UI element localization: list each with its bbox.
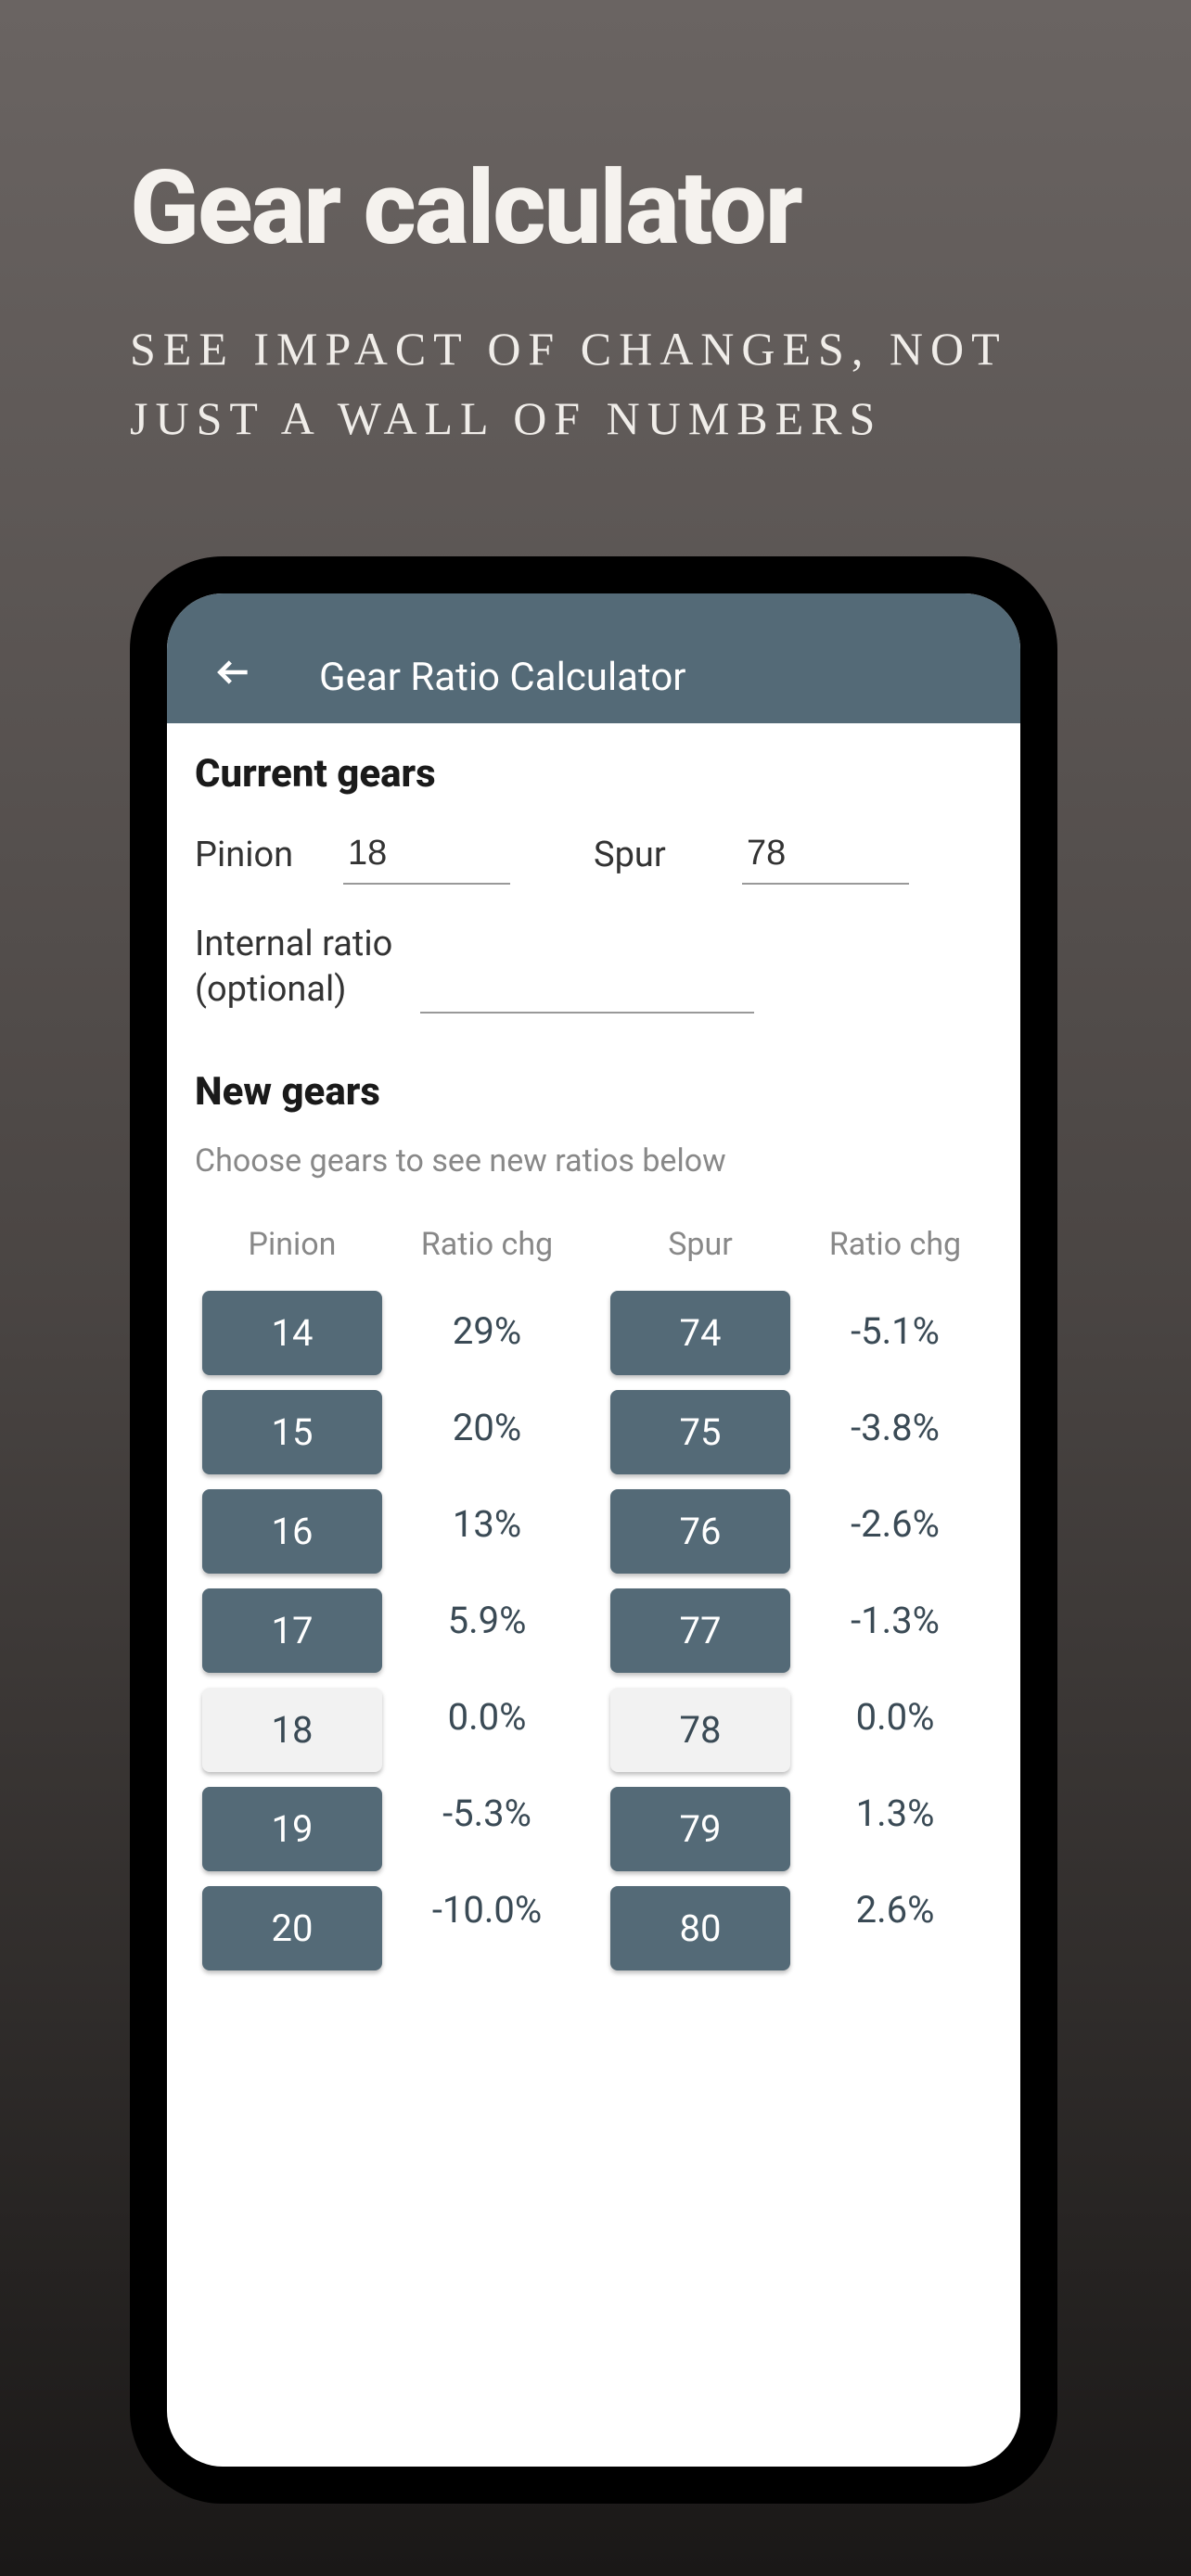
spur-column-group: Spur 74 75 76 77 78 79 80 Ratio chg -5.1% -3.8%…: [603, 1226, 992, 1985]
internal-ratio-row: Internal ratio (optional): [195, 922, 992, 1014]
pinion-gear-button[interactable]: 16: [202, 1489, 382, 1574]
new-gears-heading: New gears: [195, 1069, 992, 1115]
pinion-gear-button[interactable]: 19: [202, 1787, 382, 1871]
ratio-chg-header-2: Ratio chg: [798, 1226, 992, 1263]
app-title: Gear Ratio Calculator: [319, 655, 686, 700]
spur-ratio-value: -3.8%: [798, 1387, 992, 1469]
promo-header: Gear calculator SEE IMPACT OF CHANGES, N…: [0, 0, 1191, 528]
pinion-column-group: Pinion 14 15 16 17 18 19 20 Ratio chg 29% 20% 13…: [195, 1226, 584, 1985]
spur-ratio-value: 2.6%: [798, 1869, 992, 1951]
spur-ratio-value: -5.1%: [798, 1291, 992, 1372]
content-area: Current gears Pinion Spur Internal ratio…: [167, 723, 1020, 2004]
pinion-gear-button[interactable]: 20: [202, 1886, 382, 1970]
pinion-ratio-value: -10.0%: [390, 1869, 584, 1951]
phone-frame: Gear Ratio Calculator Current gears Pini…: [130, 556, 1057, 2504]
spur-ratio-value: 1.3%: [798, 1773, 992, 1855]
promo-subtitle: SEE IMPACT OF CHANGES, NOT JUST A WALL O…: [130, 314, 1061, 453]
spur-input[interactable]: [742, 824, 909, 885]
spur-gear-button[interactable]: 75: [610, 1390, 790, 1474]
back-arrow-icon[interactable]: [195, 633, 273, 721]
pinion-ratio-value: -5.3%: [390, 1773, 584, 1855]
spur-gear-button[interactable]: 79: [610, 1787, 790, 1871]
pinion-input[interactable]: [343, 824, 510, 885]
pinion-ratio-value: 20%: [390, 1387, 584, 1469]
pinion-gear-button[interactable]: 14: [202, 1291, 382, 1375]
new-gears-subtitle: Choose gears to see new ratios below: [195, 1142, 992, 1180]
spur-gear-button[interactable]: 80: [610, 1886, 790, 1970]
spur-gear-button[interactable]: 78: [610, 1688, 790, 1772]
spur-gear-column: Spur 74 75 76 77 78 79 80: [603, 1226, 798, 1985]
ratio-chg-header-1: Ratio chg: [390, 1226, 584, 1263]
pinion-header: Pinion: [195, 1226, 390, 1263]
spur-ratio-column: Ratio chg -5.1% -3.8% -2.6% -1.3% 0.0% 1.3% 2.…: [798, 1226, 992, 1985]
pinion-ratio-value: 29%: [390, 1291, 584, 1372]
current-gears-inputs: Pinion Spur: [195, 824, 992, 885]
internal-ratio-input[interactable]: [420, 953, 754, 1014]
pinion-label: Pinion: [195, 835, 315, 875]
spur-header: Spur: [603, 1226, 798, 1263]
phone-screen: Gear Ratio Calculator Current gears Pini…: [167, 593, 1020, 2467]
pinion-ratio-value: 0.0%: [390, 1677, 584, 1758]
pinion-gear-column: Pinion 14 15 16 17 18 19 20: [195, 1226, 390, 1985]
pinion-gear-button[interactable]: 17: [202, 1588, 382, 1673]
app-bar: Gear Ratio Calculator: [167, 593, 1020, 723]
promo-title: Gear calculator: [130, 148, 1061, 268]
spur-ratio-value: 0.0%: [798, 1677, 992, 1758]
spur-gear-button[interactable]: 76: [610, 1489, 790, 1574]
pinion-ratio-column: Ratio chg 29% 20% 13% 5.9% 0.0% -5.3% -10.0%: [390, 1226, 584, 1985]
pinion-ratio-value: 5.9%: [390, 1580, 584, 1662]
spur-gear-button[interactable]: 77: [610, 1588, 790, 1673]
spur-ratio-value: -2.6%: [798, 1484, 992, 1565]
gear-table: Pinion 14 15 16 17 18 19 20 Ratio chg 29% 20% 13…: [195, 1226, 992, 1985]
pinion-gear-button[interactable]: 15: [202, 1390, 382, 1474]
pinion-ratio-value: 13%: [390, 1484, 584, 1565]
pinion-gear-button[interactable]: 18: [202, 1688, 382, 1772]
spur-gear-button[interactable]: 74: [610, 1291, 790, 1375]
spur-label: Spur: [594, 835, 714, 875]
current-gears-heading: Current gears: [195, 751, 992, 797]
internal-ratio-label: Internal ratio (optional): [195, 922, 392, 1014]
spur-ratio-value: -1.3%: [798, 1580, 992, 1662]
